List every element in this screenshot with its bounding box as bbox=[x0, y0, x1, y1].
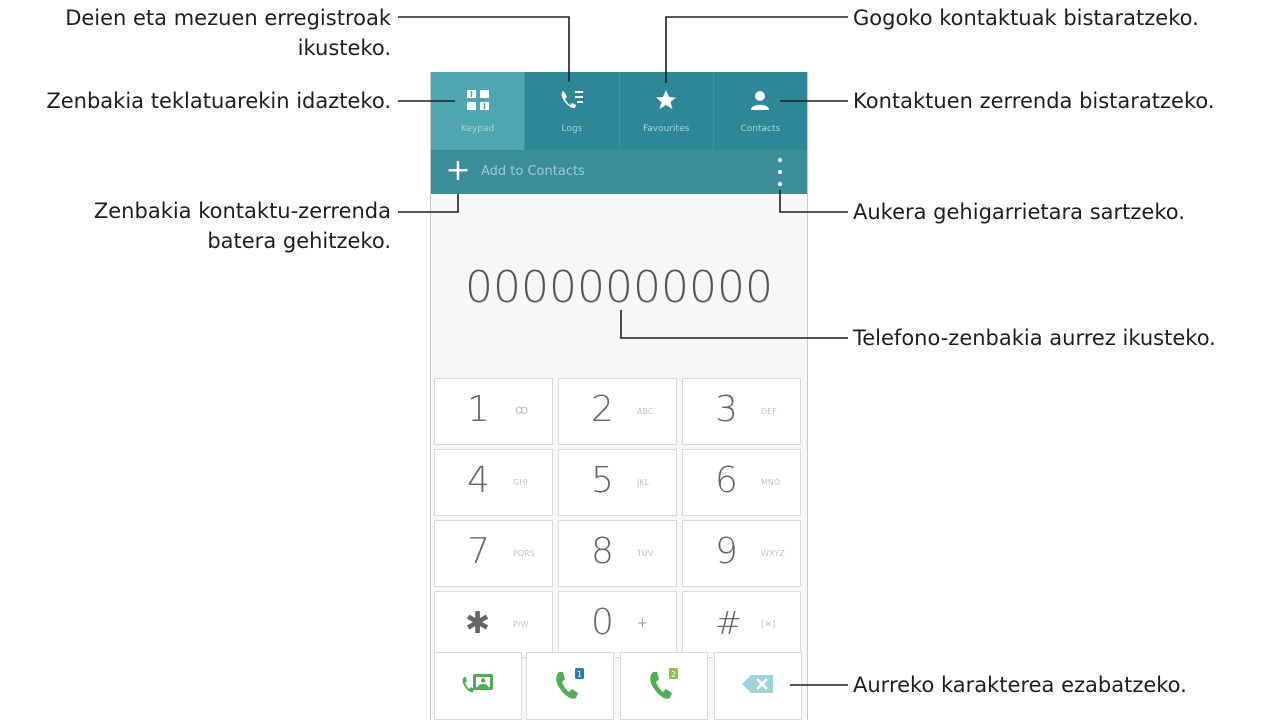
tab-label: Logs bbox=[561, 124, 583, 134]
key-digit: 1 bbox=[467, 389, 490, 430]
tab-logs[interactable]: Logs bbox=[525, 72, 620, 150]
add-to-contacts-button[interactable]: Add to Contacts bbox=[481, 164, 585, 179]
annotation-more-options: Aukera gehigarrietara sartzeko. bbox=[853, 200, 1185, 224]
annotation-add-line1: Zenbakia kontaktu-zerrenda bbox=[93, 199, 391, 223]
video-call-button[interactable] bbox=[434, 652, 522, 720]
add-icon[interactable]: + bbox=[443, 156, 473, 186]
key-8[interactable]: 8 TUV bbox=[558, 520, 677, 587]
annotation-add-line2: batera gehitzeko. bbox=[207, 229, 391, 253]
key-digit: 2 bbox=[591, 389, 614, 430]
key-4[interactable]: 4 GHI bbox=[434, 449, 553, 516]
number-display: 00000000000 bbox=[431, 194, 807, 376]
key-hash[interactable]: # [✕] bbox=[682, 591, 801, 658]
annotation-logs: Deien eta mezuen erregistroak ikusteko. bbox=[65, 3, 391, 63]
key-digit: 3 bbox=[715, 389, 738, 430]
more-vert-icon[interactable] bbox=[771, 158, 789, 186]
key-letters: ABC bbox=[637, 407, 654, 416]
key-star[interactable]: ✱ P/W bbox=[434, 591, 553, 658]
key-letters: + bbox=[637, 616, 648, 631]
key-letters: TUV bbox=[637, 549, 654, 558]
tab-label: Keypad bbox=[460, 124, 495, 134]
key-2[interactable]: 2 ABC bbox=[558, 378, 677, 445]
voicemail-icon: ꝏ bbox=[515, 403, 529, 418]
annotation-keypad: Zenbakia teklatuarekin idazteko. bbox=[46, 89, 391, 113]
key-digit: 9 bbox=[715, 531, 738, 572]
key-letters: P/W bbox=[513, 620, 529, 629]
key-letters: JKL bbox=[637, 478, 650, 487]
key-digit: # bbox=[715, 604, 742, 642]
key-digit: ✱ bbox=[465, 606, 491, 641]
sim-badge: 2 bbox=[671, 670, 676, 679]
key-digit: 5 bbox=[591, 460, 614, 501]
key-letters: GHI bbox=[513, 478, 528, 487]
person-icon bbox=[745, 86, 775, 114]
tab-bar: Keypad Logs Favourites Contacts bbox=[431, 72, 807, 150]
sim-badge: 1 bbox=[577, 670, 582, 679]
key-digit: 4 bbox=[467, 460, 490, 501]
key-digit: 6 bbox=[715, 460, 738, 501]
tab-keypad[interactable]: Keypad bbox=[431, 72, 526, 150]
video-call-icon bbox=[461, 671, 495, 701]
backspace-button[interactable] bbox=[714, 652, 802, 720]
key-9[interactable]: 9 WXYZ bbox=[682, 520, 801, 587]
key-digit: 8 bbox=[591, 531, 614, 572]
backspace-icon bbox=[741, 674, 775, 698]
key-1[interactable]: 1 ꝏ bbox=[434, 378, 553, 445]
call-button-row: 1 2 bbox=[431, 652, 807, 720]
call-log-icon bbox=[557, 86, 587, 114]
key-0[interactable]: 0 + bbox=[558, 591, 677, 658]
annotation-favourites: Gogoko kontaktuak bistaratzeko. bbox=[853, 6, 1199, 30]
key-7[interactable]: 7 PQRS bbox=[434, 520, 553, 587]
tab-favourites[interactable]: Favourites bbox=[620, 72, 714, 150]
key-digit: 0 bbox=[591, 602, 614, 643]
call-sim1-button[interactable]: 1 bbox=[526, 652, 614, 720]
annotation-contacts: Kontaktuen zerrenda bistaratzeko. bbox=[853, 89, 1215, 113]
annotation-add-contact: Zenbakia kontaktu-zerrenda batera gehitz… bbox=[94, 196, 391, 256]
key-6[interactable]: 6 MNO bbox=[682, 449, 801, 516]
annotation-logs-line2: ikusteko. bbox=[297, 36, 391, 60]
tab-label: Contacts bbox=[740, 124, 781, 134]
annotation-logs-line1: Deien eta mezuen erregistroak bbox=[65, 6, 391, 30]
call-sim2-icon: 2 bbox=[647, 666, 681, 706]
key-letters: [✕] bbox=[761, 620, 776, 630]
call-sim1-icon: 1 bbox=[553, 666, 587, 706]
key-5[interactable]: 5 JKL bbox=[558, 449, 677, 516]
key-letters: MNO bbox=[761, 478, 781, 487]
annotation-delete: Aurreko karakterea ezabatzeko. bbox=[853, 673, 1187, 697]
key-3[interactable]: 3 DEF bbox=[682, 378, 801, 445]
dialpad-grid-icon bbox=[463, 86, 493, 114]
annotation-number-preview: Telefono-zenbakia aurrez ikusteko. bbox=[853, 326, 1216, 350]
phone-number-preview: 00000000000 bbox=[465, 262, 773, 313]
key-digit: 7 bbox=[467, 531, 490, 572]
key-letters: DEF bbox=[761, 407, 777, 416]
tab-label: Favourites bbox=[642, 124, 690, 134]
action-bar: + Add to Contacts bbox=[431, 150, 807, 194]
tab-contacts[interactable]: Contacts bbox=[714, 72, 807, 150]
call-sim2-button[interactable]: 2 bbox=[620, 652, 708, 720]
key-letters: PQRS bbox=[513, 549, 535, 558]
key-letters: WXYZ bbox=[761, 549, 785, 558]
star-icon bbox=[651, 86, 681, 114]
phone-dialer: Keypad Logs Favourites Contacts + Add to… bbox=[430, 72, 808, 720]
